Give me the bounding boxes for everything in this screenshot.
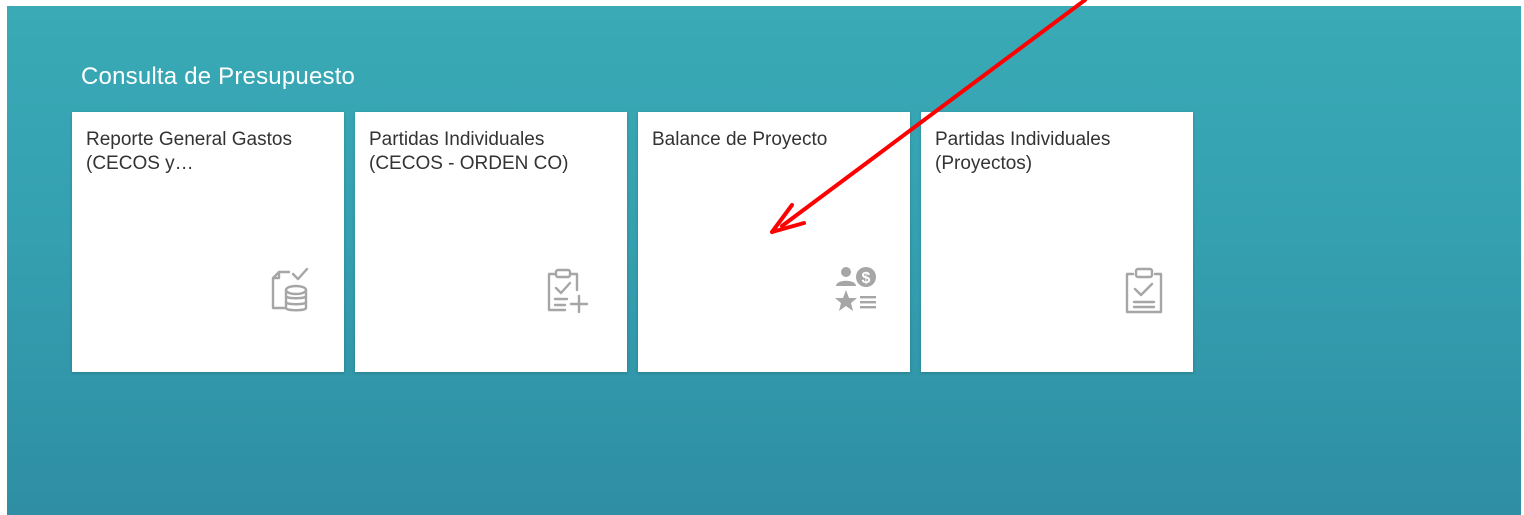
tile-group-title: Consulta de Presupuesto [81, 63, 356, 90]
tile-title: Partidas Individuales (CECOS - ORDEN CO) [369, 129, 569, 174]
tile-title: Partidas Individuales (Proyectos) [935, 129, 1111, 174]
tile-reporte-general-gastos[interactable]: Reporte General Gastos (CECOS y… [72, 112, 344, 372]
clipboard-check-add-icon [545, 266, 589, 314]
clipboard-check-icon [1123, 266, 1167, 314]
tile-partidas-individuales-proyectos[interactable]: Partidas Individuales (Proyectos) [921, 112, 1193, 372]
tile-partidas-individuales-cecos[interactable]: Partidas Individuales (CECOS - ORDEN CO) [355, 112, 627, 372]
launchpad-canvas: Consulta de Presupuesto Reporte General … [7, 6, 1521, 515]
svg-text:$: $ [862, 270, 871, 287]
person-dollar-star-list-icon: $ [834, 264, 878, 312]
tile-balance-de-proyecto[interactable]: Balance de Proyecto $ [638, 112, 910, 372]
document-database-check-icon [265, 266, 309, 314]
tile-title: Reporte General Gastos (CECOS y… [86, 129, 292, 174]
tile-title: Balance de Proyecto [652, 129, 828, 150]
